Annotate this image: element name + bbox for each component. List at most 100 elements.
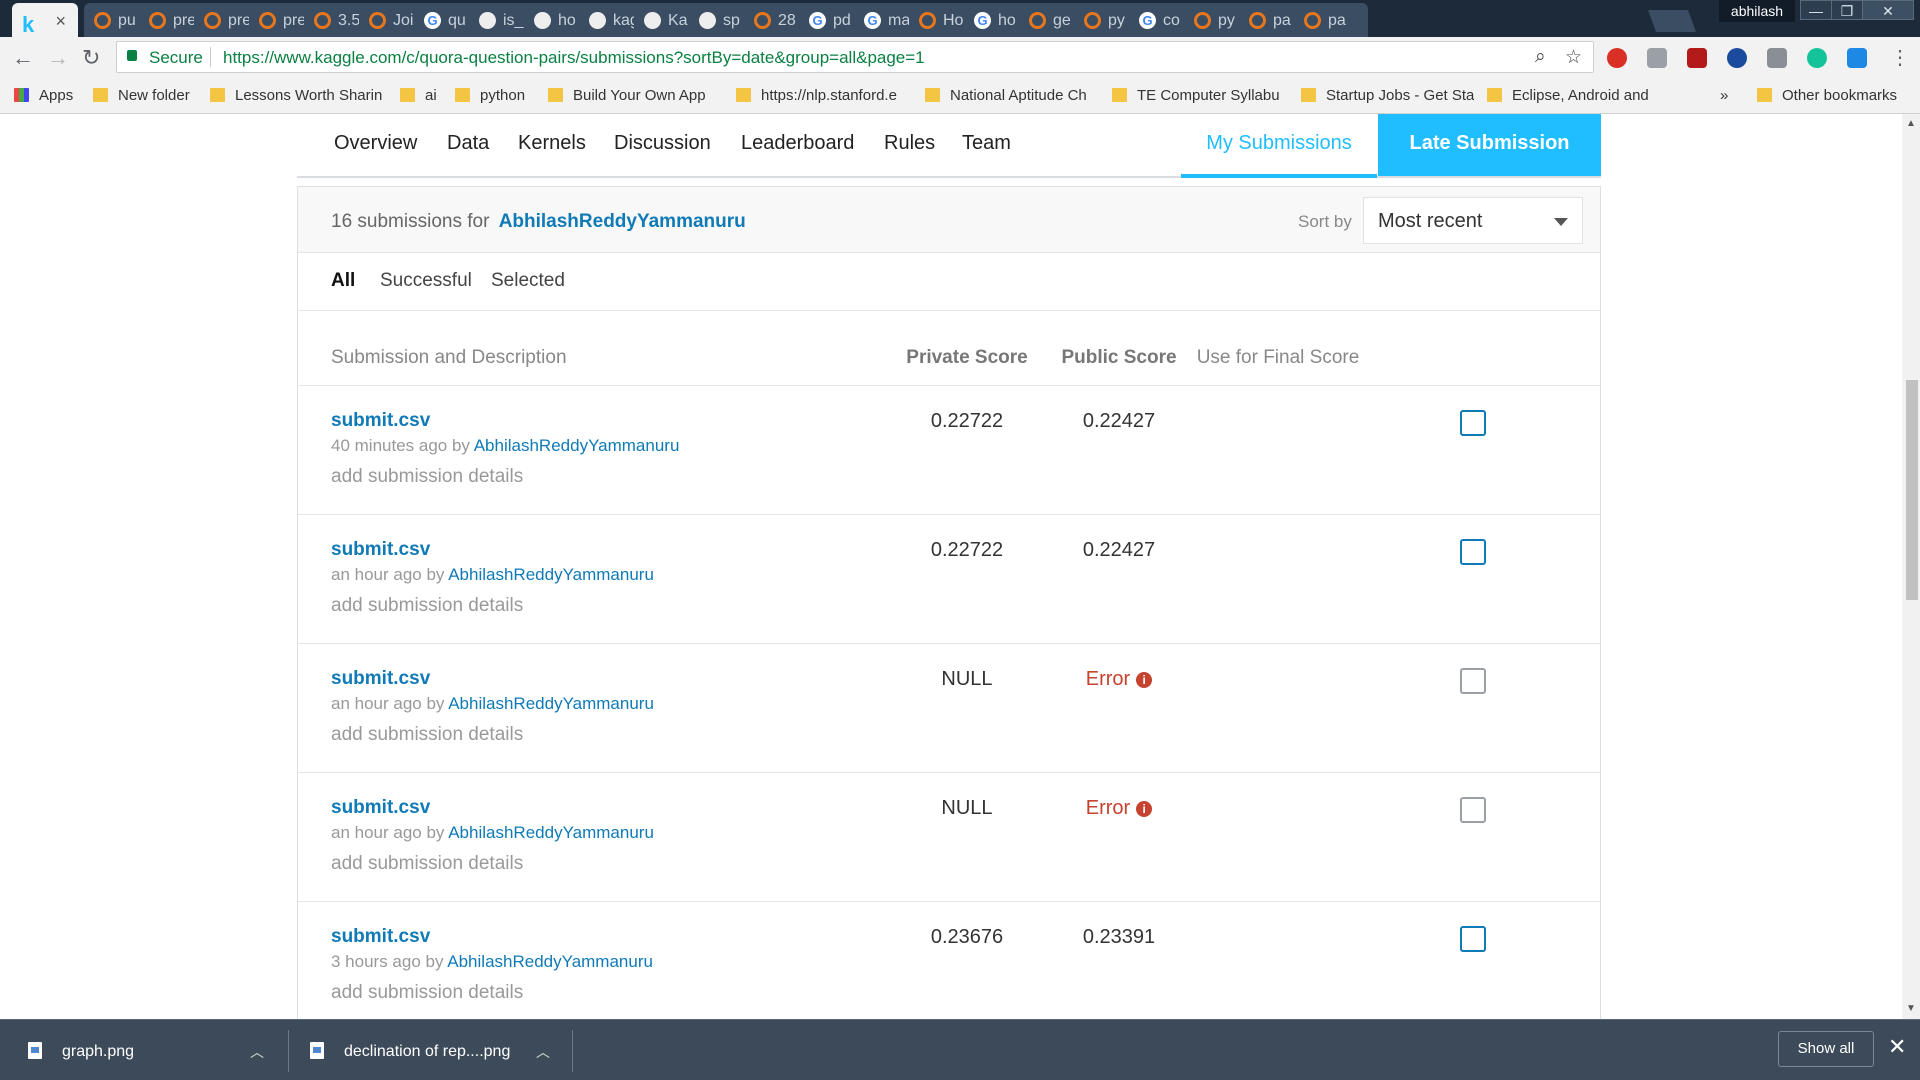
submission-user-link[interactable]: AbhilashReddyYammanuru bbox=[474, 436, 680, 455]
public-score-value: Error bbox=[1085, 797, 1131, 819]
download-item[interactable]: graph.png ︿ bbox=[28, 1020, 290, 1080]
tab-data[interactable]: Data bbox=[447, 132, 489, 155]
bookmark-item[interactable]: Build Your Own App bbox=[548, 87, 706, 104]
add-details-link[interactable]: add submission details bbox=[331, 724, 523, 746]
submission-user-link[interactable]: AbhilashReddyYammanuru bbox=[448, 565, 654, 584]
submission-user-link[interactable]: AbhilashReddyYammanuru bbox=[447, 952, 653, 971]
bookmark-item[interactable]: Apps bbox=[14, 87, 73, 104]
bookmark-label: New folder bbox=[118, 87, 190, 104]
tab-icon bbox=[754, 12, 771, 29]
bookmark-icon bbox=[210, 88, 225, 102]
download-item[interactable]: declination of rep....png ︿ bbox=[310, 1020, 573, 1080]
zoom-icon[interactable]: ⌕ bbox=[1535, 46, 1546, 68]
bookmark-icon bbox=[1112, 88, 1127, 102]
bookmark-icon bbox=[548, 88, 563, 102]
filter-all[interactable]: All bbox=[331, 270, 355, 292]
submission-file-link[interactable]: submit.csv bbox=[331, 926, 430, 948]
bookmarks-overflow-icon[interactable]: » bbox=[1720, 87, 1728, 104]
page-scrollbar[interactable]: ▲ ▼ bbox=[1902, 114, 1920, 1019]
reload-icon[interactable]: ↻ bbox=[82, 45, 100, 71]
extension-pdf-icon[interactable] bbox=[1687, 48, 1707, 68]
private-score: NULL bbox=[941, 797, 993, 819]
info-icon[interactable]: i bbox=[1136, 672, 1153, 688]
forward-arrow-icon[interactable]: → bbox=[47, 45, 69, 71]
filter-selected[interactable]: Selected bbox=[491, 270, 565, 292]
tab-icon bbox=[1029, 12, 1046, 29]
final-score-checkbox[interactable] bbox=[1460, 926, 1486, 952]
extension-chat-icon[interactable] bbox=[1647, 48, 1667, 68]
scroll-up-icon[interactable]: ▲ bbox=[1906, 118, 1916, 129]
tab-my-submissions[interactable]: My Submissions bbox=[1181, 114, 1377, 178]
tab-label: py bbox=[1218, 12, 1235, 29]
restore-button[interactable]: ❐ bbox=[1831, 0, 1863, 20]
final-score-checkbox[interactable] bbox=[1460, 410, 1486, 436]
browser-tab[interactable]: pa bbox=[1294, 3, 1368, 37]
bookmark-item[interactable]: Lessons Worth Sharin bbox=[210, 87, 382, 104]
final-score-checkbox[interactable] bbox=[1460, 539, 1486, 565]
submission-count-text: 16 submissions for bbox=[331, 211, 490, 232]
bookmark-item[interactable]: https://nlp.stanford.e bbox=[736, 87, 897, 104]
tab-label: pre bbox=[228, 12, 252, 29]
add-details-link[interactable]: add submission details bbox=[331, 595, 523, 617]
address-bar[interactable]: Secure https://www.kaggle.com/c/quora-qu… bbox=[116, 41, 1594, 73]
tab-overview[interactable]: Overview bbox=[334, 132, 417, 155]
minimize-button[interactable]: — bbox=[1800, 0, 1832, 20]
close-shelf-icon[interactable]: ✕ bbox=[1888, 1034, 1906, 1060]
bookmark-item[interactable]: ai bbox=[400, 87, 437, 104]
tab-kernels[interactable]: Kernels bbox=[518, 132, 586, 155]
submission-file-link[interactable]: submit.csv bbox=[331, 539, 430, 561]
tab-active-kaggle[interactable]: k × bbox=[12, 3, 78, 37]
info-icon[interactable]: i bbox=[1136, 801, 1153, 817]
column-header-private-score: Private Score bbox=[906, 347, 1028, 368]
menu-kebab-icon[interactable]: ⋮ bbox=[1890, 45, 1910, 70]
tab-discussion[interactable]: Discussion bbox=[614, 132, 711, 155]
url-text[interactable]: https://www.kaggle.com/c/quora-question-… bbox=[223, 48, 925, 68]
extension-window-icon[interactable] bbox=[1847, 48, 1867, 68]
bookmark-item[interactable]: New folder bbox=[93, 87, 190, 104]
late-submission-button[interactable]: Late Submission bbox=[1378, 114, 1601, 176]
submission-file-link[interactable]: submit.csv bbox=[331, 668, 430, 690]
submission-user-link[interactable]: AbhilashReddyYammanuru bbox=[448, 694, 654, 713]
show-all-downloads-button[interactable]: Show all bbox=[1778, 1031, 1874, 1067]
tab-rules[interactable]: Rules bbox=[884, 132, 935, 155]
close-tab-icon[interactable]: × bbox=[55, 11, 66, 32]
scrollbar-thumb[interactable] bbox=[1906, 380, 1918, 600]
filter-successful[interactable]: Successful bbox=[380, 270, 472, 292]
extension-comment-icon[interactable] bbox=[1767, 48, 1787, 68]
bookmark-item[interactable]: python bbox=[455, 87, 525, 104]
owner-link[interactable]: AbhilashReddyYammanuru bbox=[499, 211, 746, 232]
extension-grammarly-icon[interactable] bbox=[1807, 48, 1827, 68]
submission-file-link[interactable]: submit.csv bbox=[331, 410, 430, 432]
bookmark-star-icon[interactable]: ☆ bbox=[1565, 46, 1582, 69]
profile-button[interactable]: abhilash bbox=[1719, 0, 1795, 22]
bookmark-item[interactable]: Eclipse, Android and bbox=[1487, 87, 1649, 104]
submission-file-link[interactable]: submit.csv bbox=[331, 797, 430, 819]
new-tab-button[interactable] bbox=[1647, 10, 1697, 32]
final-score-checkbox[interactable] bbox=[1460, 797, 1486, 823]
download-filename: declination of rep....png bbox=[344, 1043, 511, 1060]
public-score: 0.22427 bbox=[1044, 410, 1194, 433]
scroll-down-icon[interactable]: ▼ bbox=[1906, 1003, 1916, 1014]
extension-adblock-icon[interactable] bbox=[1607, 48, 1627, 68]
window-close-button[interactable]: ✕ bbox=[1862, 0, 1914, 20]
tab-icon bbox=[1084, 12, 1101, 29]
final-score-checkbox[interactable] bbox=[1460, 668, 1486, 694]
tab-team[interactable]: Team bbox=[962, 132, 1011, 155]
submission-count: 16 submissions for AbhilashReddyYammanur… bbox=[331, 211, 746, 233]
sort-dropdown[interactable]: Most recent bbox=[1363, 197, 1583, 244]
submission-user-link[interactable]: AbhilashReddyYammanuru bbox=[448, 823, 654, 842]
bookmark-item[interactable]: National Aptitude Ch bbox=[925, 87, 1087, 104]
add-details-link[interactable]: add submission details bbox=[331, 982, 523, 1004]
tab-leaderboard[interactable]: Leaderboard bbox=[741, 132, 854, 155]
other-bookmarks[interactable]: Other bookmarks bbox=[1757, 87, 1897, 104]
back-arrow-icon[interactable]: ← bbox=[12, 45, 34, 71]
github-icon bbox=[644, 12, 661, 29]
chevron-up-icon[interactable]: ︿ bbox=[536, 1042, 550, 1062]
bookmark-item[interactable]: TE Computer Syllabu bbox=[1112, 87, 1280, 104]
other-bookmarks-label: Other bookmarks bbox=[1782, 87, 1898, 104]
extension-globe-icon[interactable] bbox=[1727, 48, 1747, 68]
chevron-up-icon[interactable]: ︿ bbox=[250, 1042, 264, 1062]
bookmark-item[interactable]: Startup Jobs - Get Sta bbox=[1301, 87, 1474, 104]
add-details-link[interactable]: add submission details bbox=[331, 466, 523, 488]
add-details-link[interactable]: add submission details bbox=[331, 853, 523, 875]
